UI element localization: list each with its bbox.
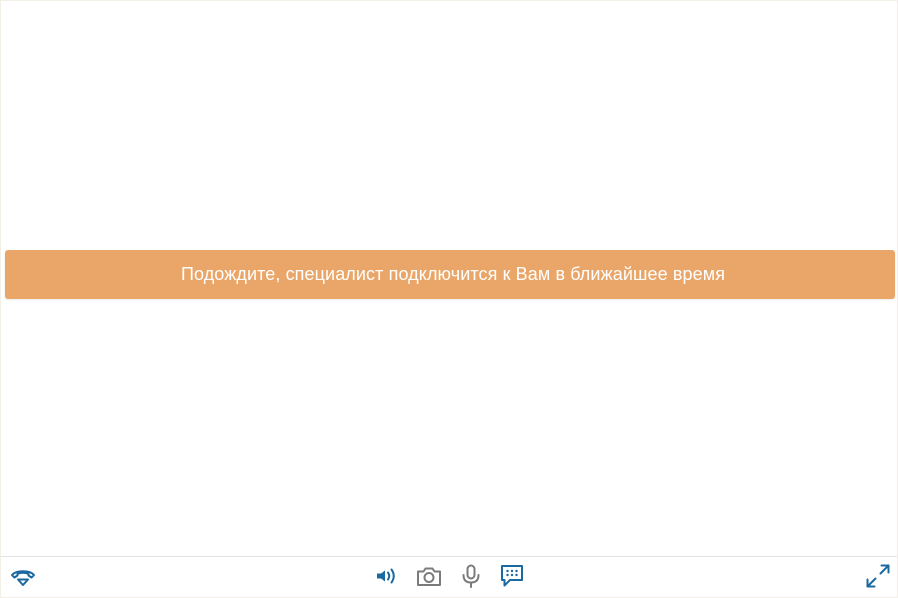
- speaker-icon: [372, 562, 400, 590]
- camera-icon: [415, 562, 443, 590]
- microphone-button[interactable]: [457, 562, 485, 590]
- waiting-status-text: Подождите, специалист подключится к Вам …: [180, 264, 726, 284]
- waiting-status-banner: Подождите, специалист подключится к Вам …: [5, 250, 895, 299]
- microphone-icon: [457, 562, 485, 590]
- hangup-button[interactable]: [9, 562, 37, 590]
- chat-button[interactable]: [498, 562, 526, 590]
- hangup-icon: [9, 562, 37, 590]
- call-toolbar: [1, 556, 897, 597]
- fullscreen-icon: [864, 562, 892, 590]
- speaker-button[interactable]: [372, 562, 400, 590]
- chat-icon: [498, 562, 526, 590]
- call-window: Подождите, специалист подключится к Вам …: [0, 0, 898, 598]
- fullscreen-button[interactable]: [864, 562, 892, 590]
- camera-button[interactable]: [415, 562, 443, 590]
